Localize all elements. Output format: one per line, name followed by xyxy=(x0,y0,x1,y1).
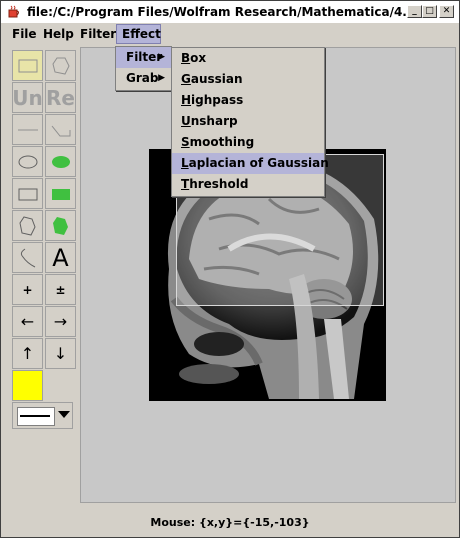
filter-laplacian-label: aplacian of Gaussian xyxy=(188,156,329,170)
mnemonic: T xyxy=(181,177,190,191)
window-title: file:/C:/Program Files/Wolfram Research/… xyxy=(27,5,407,19)
filled-polygon-tool[interactable] xyxy=(45,210,76,241)
menu-effect[interactable]: Effect xyxy=(116,24,161,44)
filter-smoothing-label: moothing xyxy=(189,135,255,149)
close-button[interactable]: ✕ xyxy=(439,5,454,18)
title-bar[interactable]: file:/C:/Program Files/Wolfram Research/… xyxy=(1,1,459,23)
effect-menu-grab-label: Grab xyxy=(126,71,159,85)
mnemonic: S xyxy=(181,135,190,149)
filter-box-label: ox xyxy=(190,51,207,65)
mnemonic: B xyxy=(181,51,191,65)
polyline-tool[interactable] xyxy=(45,114,76,145)
lasso-select-icon xyxy=(51,57,70,75)
rectangle-select-tool[interactable] xyxy=(12,50,43,81)
chevron-down-icon xyxy=(58,411,70,418)
filter-highpass-label: ighpass xyxy=(191,93,244,107)
zoom-in-tool[interactable]: + xyxy=(12,274,43,305)
filter-unsharp-label: nsharp xyxy=(190,114,238,128)
curve-icon xyxy=(20,248,35,267)
polygon-filled-icon xyxy=(52,216,68,235)
arrow-left-icon: ← xyxy=(20,312,35,331)
arrow-right-icon: → xyxy=(53,312,68,331)
rectangle-outline-icon xyxy=(18,188,37,200)
arrow-down-icon: ↓ xyxy=(53,344,68,363)
java-cup-icon xyxy=(8,5,19,18)
zoom-toggle-label: ± xyxy=(55,282,66,297)
menu-help[interactable]: Help xyxy=(38,24,79,44)
filter-gaussian-label: aussian xyxy=(190,72,243,86)
effect-menu-grab[interactable]: Grab ▶ xyxy=(116,68,171,89)
move-up-button[interactable]: ↑ xyxy=(12,338,43,369)
mouse-coordinates-status: Mouse: {x,y}={-15,-103} xyxy=(150,516,310,529)
effect-menu-filter-label: Filter xyxy=(126,50,163,64)
filter-gaussian[interactable]: Gaussian xyxy=(172,69,324,90)
menu-filter[interactable]: Filter xyxy=(75,24,121,44)
color-swatch[interactable] xyxy=(12,370,43,401)
filter-smoothing[interactable]: Smoothing xyxy=(172,132,324,153)
move-down-button[interactable]: ↓ xyxy=(45,338,76,369)
rectangle-filled-icon xyxy=(51,188,70,200)
polygon-outline-icon xyxy=(18,215,36,236)
arrow-up-icon: ↑ xyxy=(20,344,35,363)
line-tool[interactable] xyxy=(12,114,43,145)
menu-file[interactable]: File xyxy=(7,24,42,44)
redo-button[interactable]: Re xyxy=(45,82,76,113)
filter-threshold-label: hreshold xyxy=(189,177,249,191)
zoom-in-label: + xyxy=(22,282,33,297)
filter-box[interactable]: Box xyxy=(172,48,324,69)
line-style-preview xyxy=(17,407,55,426)
line-style-sample xyxy=(20,415,50,417)
filter-unsharp[interactable]: Unsharp xyxy=(172,111,324,132)
polyline-icon xyxy=(51,125,70,136)
filter-highpass[interactable]: Highpass xyxy=(172,90,324,111)
undo-button[interactable]: Un xyxy=(12,82,43,113)
effect-menu-popup: Filter ▶ Grab ▶ xyxy=(115,46,172,91)
line-icon xyxy=(17,129,38,130)
rectangle-select-icon xyxy=(18,59,37,72)
rectangle-tool[interactable] xyxy=(12,178,43,209)
filled-ellipse-tool[interactable] xyxy=(45,146,76,177)
filter-threshold[interactable]: Threshold xyxy=(172,174,324,195)
mnemonic: H xyxy=(181,93,192,107)
move-right-button[interactable]: → xyxy=(45,306,76,337)
zoom-toggle-tool[interactable]: ± xyxy=(45,274,76,305)
filter-submenu-popup: Box Gaussian Highpass Unsharp Smoothing … xyxy=(171,47,329,197)
ellipse-tool[interactable] xyxy=(12,146,43,177)
mnemonic: L xyxy=(181,156,189,170)
filter-laplacian-of-gaussian[interactable]: Laplacian of Gaussian xyxy=(172,153,329,174)
ellipse-filled-icon xyxy=(51,155,70,168)
redo-label: Re xyxy=(46,85,75,110)
text-tool[interactable]: A xyxy=(45,242,76,273)
filled-rectangle-tool[interactable] xyxy=(45,178,76,209)
mnemonic: G xyxy=(181,72,191,86)
mnemonic: U xyxy=(181,114,191,128)
polygon-tool[interactable] xyxy=(12,210,43,241)
ellipse-outline-icon xyxy=(18,155,37,168)
line-style-selector[interactable] xyxy=(12,402,73,429)
submenu-arrow-icon: ▶ xyxy=(158,73,165,83)
move-left-button[interactable]: ← xyxy=(12,306,43,337)
text-tool-label: A xyxy=(52,243,69,272)
submenu-arrow-icon: ▶ xyxy=(158,52,165,62)
maximize-button[interactable]: □ xyxy=(422,5,437,18)
effect-menu-filter[interactable]: Filter ▶ xyxy=(116,47,171,68)
minimize-button[interactable]: _ xyxy=(407,5,422,18)
lasso-select-tool[interactable] xyxy=(45,50,76,81)
curve-tool[interactable] xyxy=(12,242,43,273)
undo-label: Un xyxy=(12,85,43,110)
